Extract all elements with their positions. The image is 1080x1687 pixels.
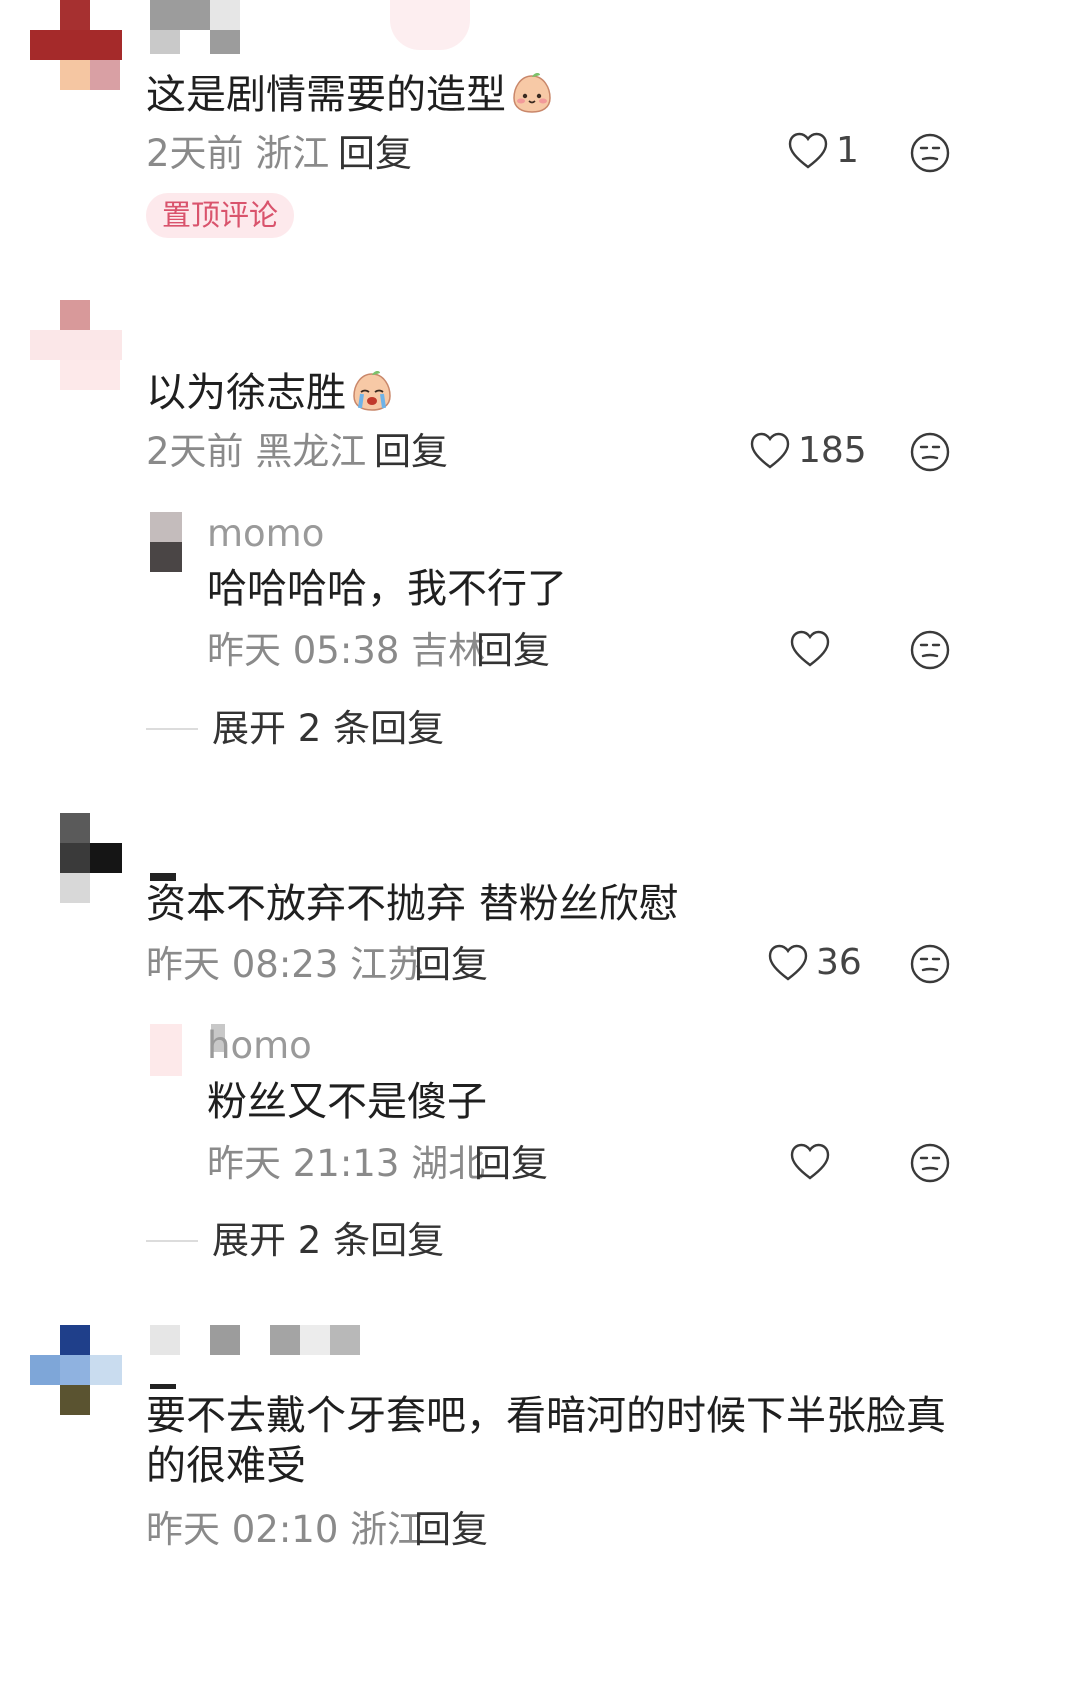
- avatar[interactable]: [60, 813, 122, 905]
- expand-replies-label: 展开 2 条回复: [212, 1219, 445, 1262]
- meh-face-icon: [910, 944, 950, 984]
- comment-meta: 昨天 02:10 浙江: [146, 1508, 425, 1551]
- dislike-button[interactable]: [908, 131, 952, 175]
- comment-text: 这是剧情需要的造型: [146, 70, 554, 125]
- comment-text-line: 的很难受: [146, 1443, 306, 1489]
- blush-peach-emoji: [510, 70, 554, 125]
- reply-button[interactable]: 回复: [414, 946, 488, 983]
- avatar[interactable]: [30, 0, 122, 92]
- meh-face-icon: [910, 432, 950, 472]
- like-count: 185: [798, 430, 867, 471]
- meh-face-icon: [910, 630, 950, 670]
- heart-icon: [790, 630, 830, 667]
- reply-button[interactable]: 回复: [474, 1145, 548, 1182]
- username-blurred[interactable]: [150, 0, 245, 58]
- reply-text: 粉丝又不是傻子: [207, 1079, 487, 1125]
- reply-button[interactable]: 回复: [338, 135, 412, 172]
- divider: [146, 727, 198, 730]
- dislike-button[interactable]: [908, 942, 952, 986]
- avatar[interactable]: [150, 512, 182, 572]
- dislike-button[interactable]: [908, 628, 952, 672]
- reply-button[interactable]: 回复: [414, 1511, 488, 1548]
- dislike-button[interactable]: [908, 430, 952, 474]
- reply-meta: 昨天 21:13 湖北: [207, 1142, 486, 1185]
- expand-replies-button[interactable]: 展开 2 条回复: [146, 710, 444, 747]
- avatar[interactable]: [30, 300, 122, 392]
- meh-face-icon: [910, 133, 950, 173]
- reply-text: 哈哈哈哈，我不行了: [207, 566, 567, 612]
- reply-button[interactable]: 回复: [374, 433, 448, 470]
- avatar[interactable]: [150, 1024, 182, 1076]
- dislike-button[interactable]: [908, 1141, 952, 1185]
- username-blurred[interactable]: [150, 1325, 362, 1355]
- heart-icon: [788, 132, 828, 169]
- avatar[interactable]: [30, 1325, 122, 1417]
- like-count: 36: [816, 942, 862, 983]
- reply-meta: 昨天 05:38 吉林: [207, 629, 486, 672]
- comment-text: 以为徐志胜: [146, 368, 394, 423]
- comment-meta: 2天前 黑龙江: [146, 430, 367, 473]
- crying-peach-emoji: [350, 368, 394, 423]
- like-button[interactable]: 36: [768, 944, 862, 982]
- comment-text: 资本不放弃不抛弃 替粉丝欣慰: [146, 881, 679, 927]
- pinned-comment-badge: 置顶评论: [146, 193, 295, 238]
- reply-button[interactable]: 回复: [476, 632, 550, 669]
- expand-replies-button[interactable]: 展开 2 条回复: [146, 1222, 444, 1259]
- expand-replies-label: 展开 2 条回复: [212, 707, 445, 750]
- author-tag-blurred: [390, 0, 470, 50]
- reply-username[interactable]: momo: [207, 515, 324, 552]
- heart-icon: [750, 432, 790, 469]
- meh-face-icon: [910, 1143, 950, 1183]
- like-button[interactable]: 1: [788, 132, 859, 170]
- reply-username[interactable]: homo: [207, 1027, 312, 1064]
- comment-meta: 昨天 08:23 江苏: [146, 943, 425, 986]
- divider: [146, 1239, 198, 1242]
- comment-text-line: 要不去戴个牙套吧，看暗河的时候下半张脸真: [146, 1393, 946, 1439]
- like-count: 1: [836, 130, 859, 171]
- like-button[interactable]: [790, 630, 830, 668]
- username-redaction: [150, 1384, 176, 1389]
- like-button[interactable]: [790, 1143, 830, 1181]
- heart-icon: [790, 1143, 830, 1180]
- watermark-overlay: [762, 1505, 1080, 1687]
- comment-meta: 2天前 浙江: [146, 132, 330, 175]
- like-button[interactable]: 185: [750, 432, 867, 470]
- heart-icon: [768, 944, 808, 981]
